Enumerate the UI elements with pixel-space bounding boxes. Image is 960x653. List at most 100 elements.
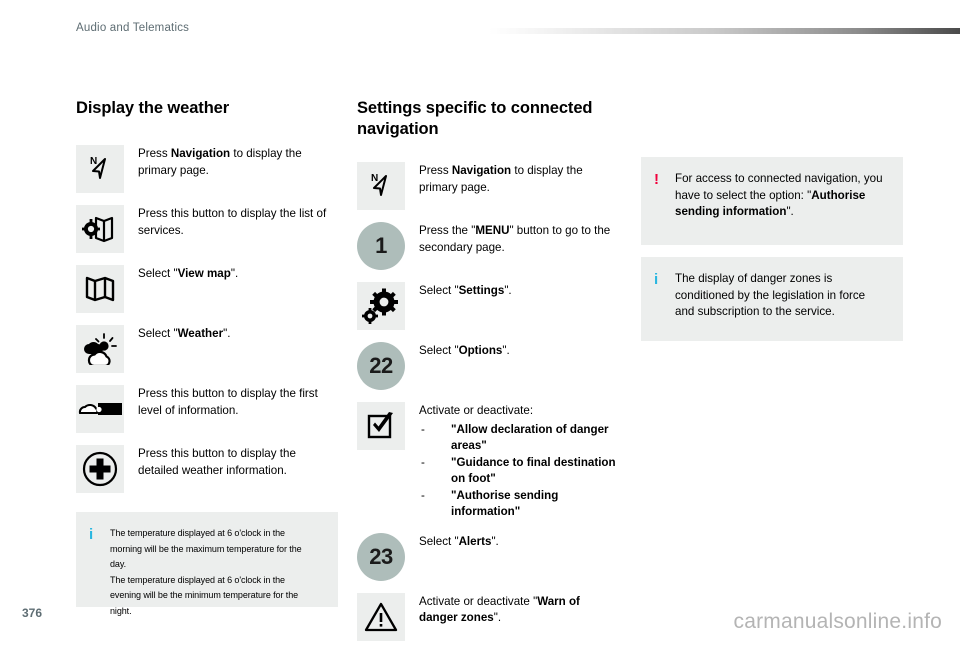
svg-text:N: N xyxy=(90,156,97,167)
step-text-pre: Activate or deactivate " xyxy=(419,594,538,608)
step-text-pre: Select " xyxy=(419,344,459,357)
note-text: The temperature displayed at 6 o'clock i… xyxy=(110,526,309,619)
step-detailed-weather-information: Press this button to display the detaile… xyxy=(76,445,338,493)
page-number: 376 xyxy=(22,606,43,620)
step-text-bold: Settings xyxy=(458,284,505,297)
note-text-pre: The display of danger zones is condition… xyxy=(675,272,866,318)
step-number-badge: 22 xyxy=(357,342,405,390)
step-text-pre: Activate or deactivate: xyxy=(419,404,534,417)
step-list-of-services: Press this button to display the list of… xyxy=(76,205,338,253)
list-item-label: "Authorise sending information" xyxy=(451,488,559,519)
step-select-weather: Select "Weather". xyxy=(76,325,338,373)
step-text-post: ". xyxy=(230,267,239,280)
step-text: Select "Weather". xyxy=(138,325,338,343)
step-text: Press this button to display the list of… xyxy=(138,205,338,239)
step-text: Select "Options". xyxy=(419,342,619,360)
step-text: Activate or deactivate: - "Allow declarat… xyxy=(419,402,619,521)
list-item-label: "Allow declaration of danger areas" xyxy=(451,422,609,453)
list-item: - "Guidance to final destination on foot" xyxy=(419,455,619,488)
bullet-dash: - xyxy=(421,455,425,469)
step-warn-of-danger-zones: Activate or deactivate "Warn of danger z… xyxy=(357,592,619,641)
step-text-bold: Options xyxy=(458,344,503,357)
step-text-post: ". xyxy=(491,534,499,548)
map-services-gear-icon xyxy=(76,205,124,253)
weather-sun-cloud-icon xyxy=(76,325,124,373)
checkbox-checked-icon xyxy=(357,402,405,450)
info-note-danger-zones-legislation: i The display of danger zones is conditi… xyxy=(641,257,903,341)
step-text: Select "View map". xyxy=(138,265,338,283)
step-press-navigation: N Press Navigation to display the primar… xyxy=(357,162,619,210)
step-number-badge: 1 xyxy=(357,222,405,270)
note-text: For access to connected navigation, you … xyxy=(675,171,887,221)
note-text-post: ". xyxy=(786,205,794,218)
step-select-view-map: Select "View map". xyxy=(76,265,338,313)
warning-triangle-icon xyxy=(357,592,405,641)
step-text: Press the "MENU" button to go to the sec… xyxy=(419,222,619,256)
step-text-bold: MENU xyxy=(475,224,510,237)
step-select-alerts: 23 Select "Alerts". xyxy=(357,532,619,581)
step-select-options: 22 Select "Options". xyxy=(357,342,619,390)
temperature-info-note: i The temperature displayed at 6 o'clock… xyxy=(76,512,338,617)
note-text: The display of danger zones is condition… xyxy=(675,271,887,321)
step-text-bold: Alerts xyxy=(458,534,492,548)
step-activate-or-deactivate-options: Activate or deactivate: - "Allow declarat… xyxy=(357,402,619,521)
note-line-2: The temperature displayed at 6 o'clock i… xyxy=(110,574,299,617)
step-number-badge: 23 xyxy=(357,532,405,581)
breadcrumb: Audio and Telematics xyxy=(76,22,190,34)
bullet-dash: - xyxy=(421,422,425,436)
step-press-menu-button: 1 Press the "MENU" button to go to the s… xyxy=(357,222,619,270)
page-header: Audio and Telematics xyxy=(0,0,960,44)
step-text-pre: Press this button to display the list of… xyxy=(138,207,327,237)
bullet-dash: - xyxy=(421,488,425,502)
step-text: Select "Alerts". xyxy=(419,533,619,551)
step-text: Press this button to display the first l… xyxy=(138,385,338,419)
left-column: Display the weather N Press Navigation t… xyxy=(76,98,338,505)
navigation-north-arrow-icon: N xyxy=(76,145,124,193)
navigation-north-arrow-icon: N xyxy=(357,162,405,210)
step-text-pre: Press xyxy=(419,164,452,177)
page-title-connected-navigation-settings: Settings specific to connected navigatio… xyxy=(357,99,593,138)
step-text-post: ". xyxy=(502,344,510,357)
step-text-post: ". xyxy=(504,284,512,297)
step-text-post: ". xyxy=(493,611,502,624)
info-icon: i xyxy=(89,526,94,543)
step-select-settings: Select "Settings". xyxy=(357,282,619,330)
step-text: Press Navigation to display the primary … xyxy=(419,162,619,196)
middle-column: Settings specific to connected navigatio… xyxy=(357,98,619,653)
step-text-bold: View map xyxy=(177,267,231,280)
step-text-pre: Press xyxy=(138,147,171,160)
step-first-level-information: Press this button to display the first l… xyxy=(76,385,338,433)
step-text-post: ". xyxy=(223,327,231,340)
step-text: Press this button to display the detaile… xyxy=(138,445,338,479)
warning-note-authorise-sending: ! For access to connected navigation, yo… xyxy=(641,157,903,245)
step-text: Select "Settings". xyxy=(419,282,619,300)
step-text: Press Navigation to display the primary … xyxy=(138,145,338,179)
step-text-pre: Press the " xyxy=(419,224,476,237)
step-text-pre: Press this button to display the first l… xyxy=(138,387,318,417)
step-text-pre: Select " xyxy=(419,284,459,297)
header-gradient-rule xyxy=(489,28,960,34)
watermark: carmanualsonline.info xyxy=(733,610,942,633)
step-text-pre: Press this button to display the detaile… xyxy=(138,447,296,477)
note-line-1: The temperature displayed at 6 o'clock i… xyxy=(110,528,302,570)
plus-circle-icon xyxy=(76,445,124,493)
folded-map-icon xyxy=(76,265,124,313)
options-bullet-list: - "Allow declaration of danger areas" - "G… xyxy=(419,422,619,521)
warning-icon: ! xyxy=(654,171,659,188)
svg-text:N: N xyxy=(371,173,378,184)
step-text-bold: Weather xyxy=(177,327,224,340)
right-column: ! For access to connected navigation, yo… xyxy=(641,157,903,341)
step-text-bold: Navigation xyxy=(170,147,231,160)
list-item: - "Allow declaration of danger areas" xyxy=(419,422,619,455)
step-text-pre: Select " xyxy=(138,327,178,340)
step-text-bold: Navigation xyxy=(451,164,512,177)
weather-bar-first-level-icon xyxy=(76,385,124,433)
step-text-pre: Select " xyxy=(138,267,178,280)
step-text: Activate or deactivate "Warn of danger z… xyxy=(419,593,619,627)
list-item-label: "Guidance to final destination on foot" xyxy=(451,455,616,486)
info-icon: i xyxy=(654,271,659,288)
settings-gears-icon xyxy=(357,282,405,330)
step-press-navigation: N Press Navigation to display the primar… xyxy=(76,145,338,193)
page-title-display-weather: Display the weather xyxy=(76,99,230,117)
list-item: - "Authorise sending information" xyxy=(419,488,619,521)
